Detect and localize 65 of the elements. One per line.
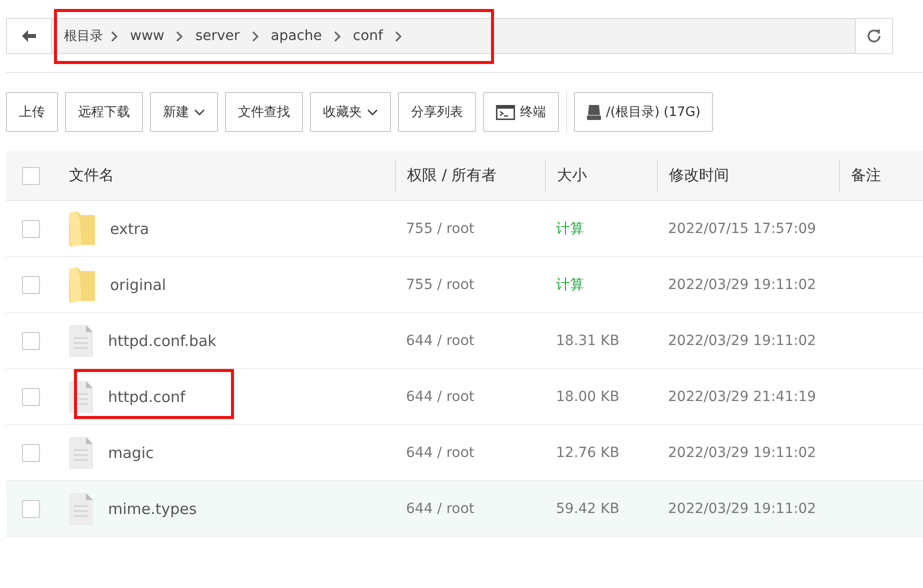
permission-text: 644 / root: [406, 444, 474, 460]
chevron-right-icon: [176, 30, 184, 42]
file-icon: [69, 436, 93, 468]
disk-button[interactable]: /(根目录) (17G): [574, 92, 714, 132]
breadcrumb-item[interactable]: server: [195, 28, 240, 44]
modified-time: 2022/03/29 19:11:02: [668, 332, 816, 348]
breadcrumb-item[interactable]: apache: [270, 28, 322, 44]
file-size: 12.76 KB: [556, 444, 620, 460]
file-icon: [69, 324, 93, 356]
toolbar-button[interactable]: 远程下载: [65, 92, 143, 132]
column-header[interactable]: 权限 / 所有者: [395, 160, 545, 192]
modified-time: 2022/07/15 17:57:09: [668, 220, 816, 236]
file-name[interactable]: magic: [108, 444, 154, 462]
modified-time: 2022/03/29 19:11:02: [668, 500, 816, 516]
permission-text: 755 / root: [406, 276, 474, 292]
refresh-button[interactable]: [855, 19, 892, 53]
toolbar-button[interactable]: 分享列表: [398, 92, 476, 132]
folder-icon: [69, 210, 95, 246]
chevron-right-icon: [111, 30, 118, 42]
column-header[interactable]: 文件名: [57, 160, 395, 192]
row-checkbox[interactable]: [22, 332, 40, 350]
row-checkbox[interactable]: [22, 444, 40, 462]
toolbar-button[interactable]: 上传: [6, 92, 58, 132]
file-size: 18.00 KB: [556, 388, 620, 404]
back-button[interactable]: [7, 19, 52, 53]
file-name[interactable]: mime.types: [108, 500, 197, 518]
refresh-icon: [865, 27, 883, 45]
row-checkbox[interactable]: [22, 220, 40, 238]
modified-time: 2022/03/29 19:11:02: [668, 444, 816, 460]
row-checkbox[interactable]: [22, 500, 40, 518]
chevron-right-icon: [334, 30, 341, 42]
file-size: 59.42 KB: [556, 500, 620, 516]
breadcrumb-item[interactable]: www: [130, 28, 164, 44]
folder-icon: [69, 266, 95, 302]
caret-icon: [367, 108, 378, 116]
modified-time: 2022/03/29 21:41:19: [668, 388, 816, 404]
caret-icon: [194, 108, 205, 116]
terminal-icon: [496, 104, 515, 120]
column-header[interactable]: 大小: [545, 160, 657, 192]
chevron-right-icon: [252, 30, 259, 42]
permission-text: 644 / root: [406, 332, 474, 348]
file-size: 18.31 KB: [556, 332, 620, 348]
permission-text: 644 / root: [406, 500, 474, 516]
file-name[interactable]: extra: [110, 220, 150, 238]
terminal-button[interactable]: 终端: [483, 92, 559, 132]
modified-time: 2022/03/29 19:11:02: [668, 276, 816, 292]
breadcrumb-item[interactable]: conf: [352, 28, 383, 44]
column-header[interactable]: 修改时间: [657, 160, 839, 192]
back-arrow-icon: [22, 30, 36, 42]
dropdown-button[interactable]: 收藏夹: [310, 92, 391, 132]
file-name[interactable]: httpd.conf.bak: [108, 332, 216, 350]
file-name[interactable]: httpd.conf: [108, 388, 186, 406]
select-all-checkbox[interactable]: [22, 166, 40, 184]
toolbar-button[interactable]: 文件查找: [225, 92, 303, 132]
dropdown-button[interactable]: 新建: [150, 92, 218, 132]
file-name[interactable]: original: [110, 276, 166, 294]
permission-text: 644 / root: [406, 388, 474, 404]
file-icon: [69, 492, 93, 524]
permission-text: 755 / root: [406, 220, 474, 236]
row-checkbox[interactable]: [22, 388, 40, 406]
chevron-right-icon: [395, 30, 402, 42]
disk-icon: [587, 104, 601, 120]
row-checkbox[interactable]: [22, 276, 40, 294]
breadcrumb-item[interactable]: 根目录: [64, 27, 103, 45]
column-header[interactable]: 备注: [839, 160, 923, 192]
